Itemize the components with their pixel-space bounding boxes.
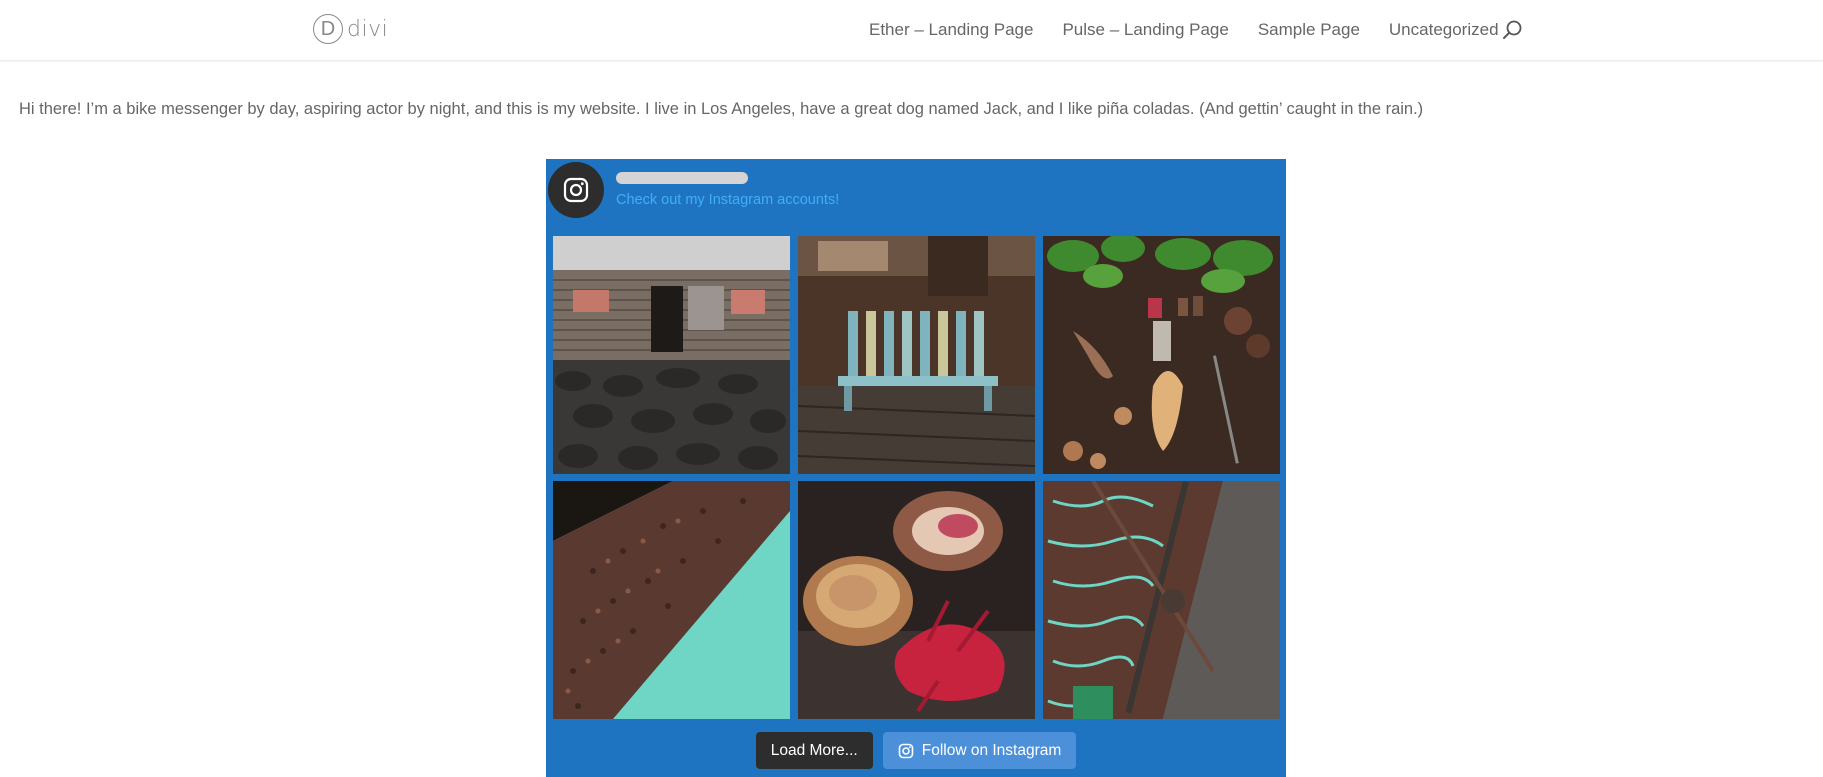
instagram-username[interactable] — [616, 172, 748, 184]
photo-drying-tray[interactable] — [1043, 481, 1280, 719]
nav-item-sample-page[interactable]: Sample Page — [1258, 20, 1360, 40]
photo-bench[interactable] — [798, 236, 1035, 474]
nav-item-uncategorized[interactable]: Uncategorized — [1389, 20, 1499, 40]
follow-instagram-button[interactable]: Follow on Instagram — [882, 732, 1077, 769]
photo-cloves[interactable] — [553, 481, 790, 719]
load-more-button[interactable]: Load More... — [755, 732, 873, 769]
instagram-actions: Load More... Follow on Instagram — [546, 732, 1286, 770]
follow-label: Follow on Instagram — [921, 741, 1062, 759]
nav-item-ether[interactable]: Ether – Landing Page — [869, 20, 1033, 40]
instagram-icon — [563, 177, 589, 203]
photo-shed[interactable] — [553, 236, 790, 474]
instagram-bio: Check out my Instagram accounts! — [616, 192, 840, 208]
logo-mark: D — [313, 14, 343, 44]
site-header: D divi Ether – Landing Page Pulse – Land… — [0, 0, 1823, 61]
instagram-avatar[interactable] — [548, 162, 604, 218]
instagram-small-icon — [898, 743, 914, 759]
nav-item-pulse[interactable]: Pulse – Landing Page — [1062, 20, 1228, 40]
instagram-meta: Check out my Instagram accounts! — [616, 172, 839, 208]
instagram-photo-grid — [553, 236, 1280, 719]
main-nav: Ether – Landing Page Pulse – Landing Pag… — [869, 0, 1528, 60]
photo-nutmeg[interactable] — [798, 481, 1035, 719]
logo-text: divi — [347, 16, 389, 42]
instagram-header: Check out my Instagram accounts! — [548, 162, 839, 218]
photo-spices[interactable] — [1043, 236, 1280, 474]
search-icon[interactable] — [1500, 18, 1524, 42]
intro-text: Hi there! I’m a bike messenger by day, a… — [19, 100, 1424, 118]
site-logo[interactable]: D divi — [313, 12, 388, 46]
instagram-feed: Check out my Instagram accounts! Load Mo… — [546, 159, 1286, 777]
